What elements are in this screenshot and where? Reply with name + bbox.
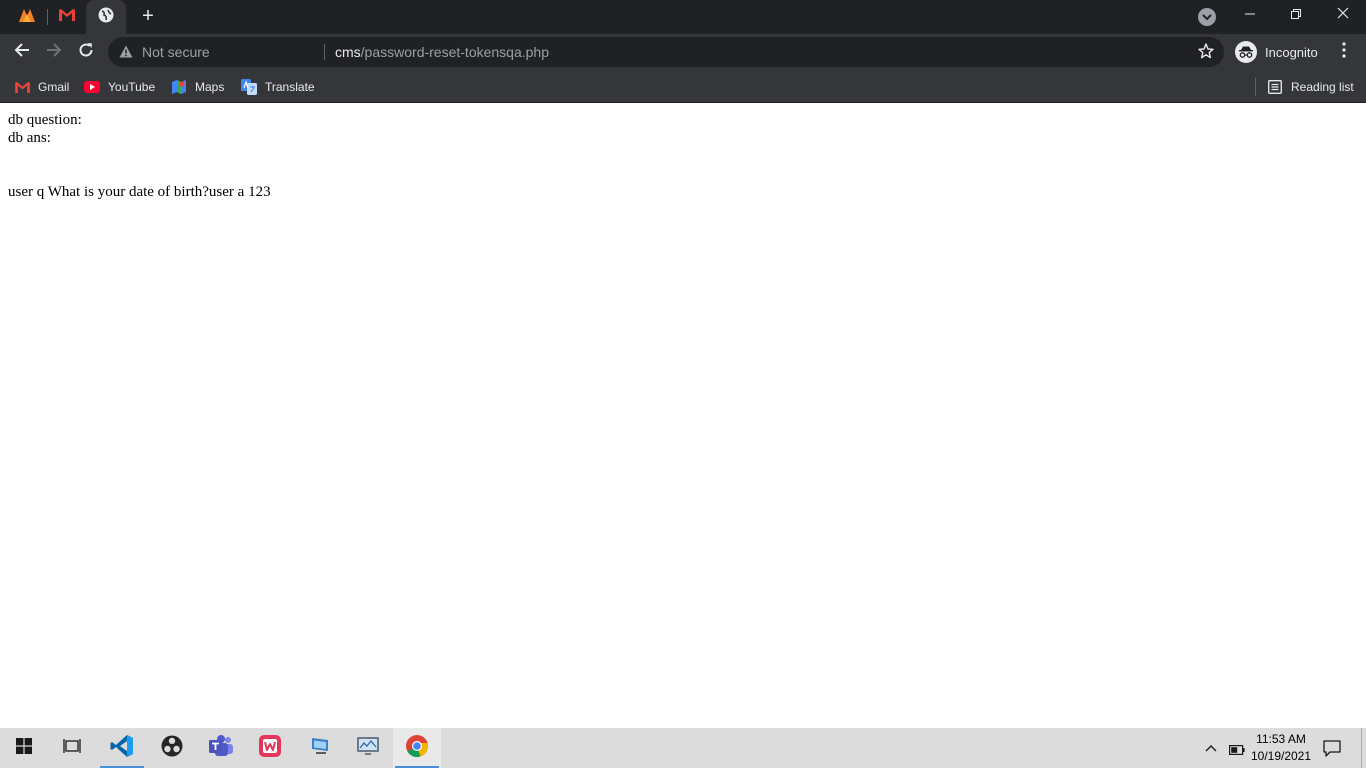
reading-list-button[interactable]: Reading list — [1267, 76, 1354, 98]
task-view-button[interactable] — [48, 728, 96, 768]
db-answer-line: db ans: — [8, 130, 51, 146]
reading-list-icon — [1267, 79, 1283, 95]
tab-xampp[interactable] — [8, 4, 46, 30]
teams-icon — [208, 734, 234, 763]
minimize-button[interactable] — [1227, 0, 1273, 30]
chevron-down-icon — [1202, 8, 1212, 26]
restore-icon — [1291, 6, 1301, 24]
windows-taskbar: 11:53 AM 10/19/2021 — [0, 728, 1366, 768]
xampp-icon — [18, 7, 36, 28]
db-question-line: db question: — [8, 112, 82, 128]
reload-button[interactable] — [72, 38, 100, 66]
url-text[interactable]: cms/password-reset-tokensqa.php — [335, 44, 549, 60]
incognito-icon — [1235, 41, 1257, 63]
bookmark-label: Maps — [195, 80, 225, 94]
tab-search-button[interactable] — [1198, 8, 1216, 26]
minimize-icon — [1245, 6, 1255, 24]
task-view-icon — [63, 738, 81, 759]
url-path: /password-reset-tokensqa.php — [360, 44, 549, 60]
taskbar-vscode[interactable] — [98, 728, 146, 768]
warning-icon[interactable] — [119, 45, 133, 63]
bookmarks-bar: Gmail YouTube Maps Translate Reading lis… — [0, 71, 1366, 103]
taskbar-app-computer[interactable] — [296, 728, 344, 768]
notification-icon[interactable] — [1322, 738, 1342, 763]
chevron-up-icon[interactable] — [1204, 741, 1218, 760]
new-tab-button[interactable]: + — [136, 5, 160, 29]
youtube-icon — [84, 79, 100, 95]
close-icon — [1337, 6, 1349, 24]
maps-icon — [171, 79, 187, 95]
obs-icon — [161, 735, 183, 762]
restore-button[interactable] — [1273, 0, 1319, 30]
chrome-icon — [405, 734, 429, 763]
tab-active-page[interactable] — [86, 0, 126, 34]
monitor-chart-icon — [356, 736, 380, 761]
url-host: cms — [335, 44, 361, 60]
bookmark-youtube[interactable]: YouTube — [84, 76, 155, 98]
computer-icon — [309, 736, 331, 761]
user-question-answer-line: user q What is your date of birth?user a… — [8, 184, 271, 200]
gmail-icon — [14, 79, 30, 95]
arrow-right-icon — [46, 42, 62, 63]
windows-logo-icon — [16, 737, 32, 759]
vscode-icon — [110, 734, 134, 763]
system-clock[interactable]: 11:53 AM 10/19/2021 — [1248, 731, 1314, 765]
bookmark-label: Translate — [265, 80, 315, 94]
close-window-button[interactable] — [1320, 0, 1366, 30]
start-button[interactable] — [0, 728, 48, 768]
wampserver-icon — [258, 734, 282, 763]
bookmark-star-icon[interactable] — [1198, 43, 1214, 64]
clock-date: 10/19/2021 — [1250, 749, 1312, 763]
page-content: db question: db ans: user q What is your… — [0, 103, 1366, 728]
gmail-icon — [59, 8, 75, 26]
globe-icon — [98, 7, 114, 28]
address-bar[interactable]: Not secure cms/password-reset-tokensqa.p… — [108, 37, 1224, 67]
taskbar-wampserver[interactable] — [246, 728, 294, 768]
more-vert-icon — [1342, 41, 1346, 63]
translate-icon — [241, 79, 257, 95]
browser-menu-button[interactable] — [1334, 40, 1354, 64]
bookmark-maps[interactable]: Maps — [171, 76, 224, 98]
address-divider — [324, 44, 325, 60]
taskbar-teams[interactable] — [197, 728, 245, 768]
taskbar-obs[interactable] — [148, 728, 196, 768]
clock-time: 11:53 AM — [1256, 732, 1306, 746]
reading-list-label: Reading list — [1291, 80, 1354, 94]
taskbar-app-monitor[interactable] — [344, 728, 392, 768]
incognito-label: Incognito — [1265, 44, 1318, 60]
show-desktop-button[interactable] — [1361, 728, 1362, 768]
forward-button[interactable] — [40, 38, 68, 66]
taskbar-chrome[interactable] — [393, 728, 441, 768]
reload-icon — [78, 42, 94, 63]
bookmark-gmail[interactable]: Gmail — [14, 76, 69, 98]
tab-gmail[interactable] — [48, 4, 86, 30]
battery-icon[interactable] — [1229, 742, 1245, 760]
back-button[interactable] — [8, 38, 36, 66]
bookmarks-separator — [1255, 78, 1256, 96]
bookmark-label: Gmail — [38, 80, 70, 94]
bookmark-translate[interactable]: Translate — [241, 76, 315, 98]
arrow-left-icon — [14, 42, 30, 63]
browser-titlebar: + — [0, 0, 1366, 34]
incognito-profile-button[interactable]: Incognito — [1232, 39, 1324, 65]
security-status-label[interactable]: Not secure — [142, 44, 210, 60]
bookmark-label: YouTube — [108, 80, 156, 94]
browser-toolbar: Not secure cms/password-reset-tokensqa.p… — [0, 34, 1366, 71]
